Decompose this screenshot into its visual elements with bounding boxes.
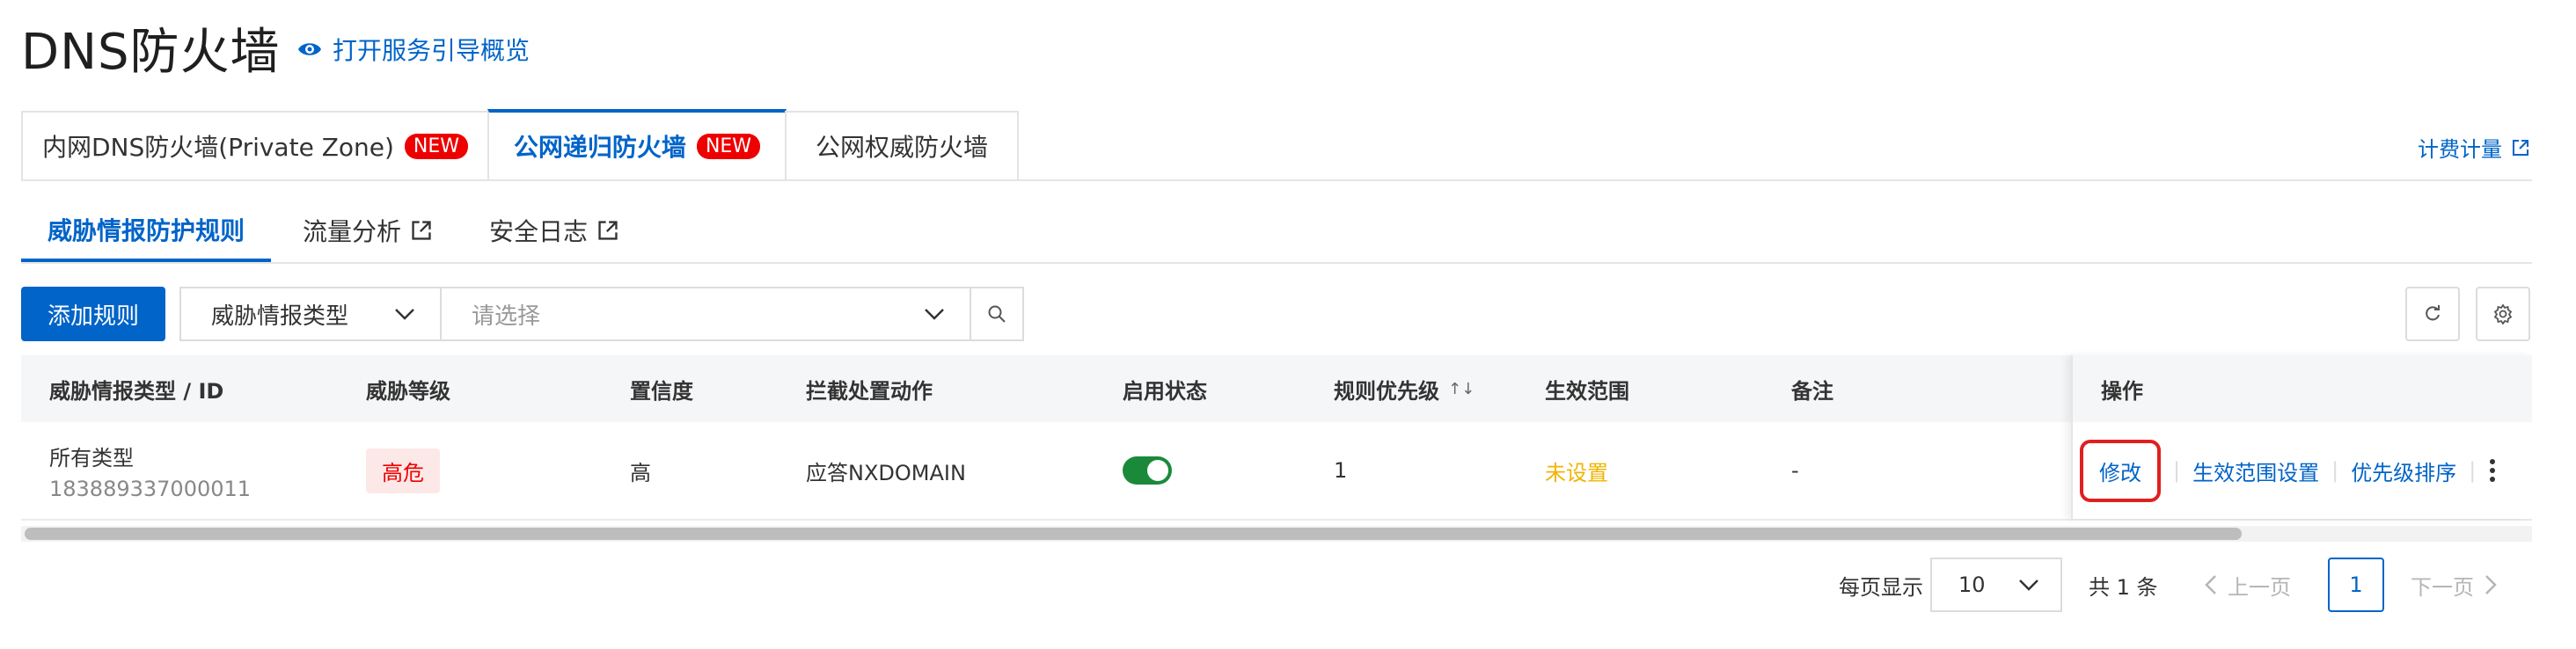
cell-action: 应答NXDOMAIN <box>806 460 966 485</box>
tab-security-log[interactable]: 安全日志 <box>489 201 619 260</box>
eye-icon <box>298 43 321 55</box>
chevron-left-icon <box>2205 575 2216 594</box>
tab-public-recursive[interactable]: 公网递归防火墙 NEW <box>487 109 787 179</box>
billing-link[interactable]: 计费计量 <box>2418 132 2530 163</box>
divider: | <box>2469 458 2477 483</box>
threat-value-placeholder: 请选择 <box>472 303 541 330</box>
col-note: 备注 <box>1791 378 1833 404</box>
external-link-icon <box>2513 139 2528 156</box>
external-link-icon <box>598 221 618 240</box>
prev-page-label: 上一页 <box>2228 574 2291 600</box>
total-count: 共 1 条 <box>2089 574 2158 600</box>
next-page-label: 下一页 <box>2411 574 2474 600</box>
refresh-icon <box>2426 305 2440 321</box>
tab-label: 安全日志 <box>489 217 589 246</box>
rule-id: 183889337000011 <box>49 476 252 501</box>
new-badge: NEW <box>404 133 469 159</box>
tab-label: 公网权威防火墙 <box>815 133 988 162</box>
next-page-button[interactable]: 下一页 <box>2411 558 2497 612</box>
chevron-right-icon <box>2485 575 2497 594</box>
threat-type-text: 所有类型 <box>49 445 134 470</box>
chevron-down-icon <box>2019 580 2038 591</box>
service-guide-link[interactable]: 打开服务引导概览 <box>297 32 530 67</box>
feature-tabs: 威胁情报防护规则 流量分析 安全日志 <box>21 201 2532 264</box>
col-priority[interactable]: 规则优先级 ↑↓ <box>1334 355 1475 422</box>
col-confidence: 置信度 <box>630 378 693 404</box>
more-icon[interactable] <box>2488 457 2497 484</box>
page-1-button[interactable]: 1 <box>2328 558 2384 612</box>
divider: | <box>2173 458 2181 483</box>
search-button[interactable] <box>970 287 1024 341</box>
chevron-down-icon <box>925 309 944 320</box>
col-threat-level: 威胁等级 <box>366 378 450 404</box>
service-guide-label: 打开服务引导概览 <box>333 36 531 65</box>
tab-traffic-analysis[interactable]: 流量分析 <box>303 201 433 260</box>
per-page-label: 每页显示 <box>1839 574 1923 600</box>
tab-label: 威胁情报防护规则 <box>48 216 245 245</box>
threat-type-select-value: 威胁情报类型 <box>211 303 349 330</box>
enable-toggle[interactable] <box>1123 456 1172 485</box>
per-page-select[interactable]: 10 <box>1930 558 2062 612</box>
col-priority-label: 规则优先级 <box>1334 378 1439 404</box>
external-link-icon <box>412 221 431 240</box>
cell-note: - <box>1791 458 1799 483</box>
gear-icon <box>2493 303 2513 324</box>
sort-icon: ↑↓ <box>1448 379 1475 398</box>
refresh-button[interactable] <box>2405 287 2460 341</box>
divider: | <box>2331 458 2339 483</box>
cell-enabled <box>1123 422 1172 519</box>
tab-public-authoritative[interactable]: 公网权威防火墙 <box>785 111 1019 179</box>
tab-label: 内网DNS防火墙(Private Zone) <box>41 133 394 162</box>
tab-label: 公网递归防火墙 <box>513 133 686 162</box>
add-rule-button[interactable]: 添加规则 <box>21 287 165 341</box>
col-enabled: 启用状态 <box>1123 378 1207 404</box>
edit-link[interactable]: 修改 <box>2080 439 2161 502</box>
product-tabs: 内网DNS防火墙(Private Zone) NEW 公网递归防火墙 NEW 公… <box>21 109 2532 181</box>
scope-settings-link[interactable]: 生效范围设置 <box>2192 456 2319 486</box>
cell-priority: 1 <box>1334 458 1348 483</box>
settings-button[interactable] <box>2476 287 2530 341</box>
cell-confidence: 高 <box>630 460 651 485</box>
scrollbar-thumb[interactable] <box>25 528 2242 540</box>
threat-value-select[interactable]: 请选择 <box>440 287 971 341</box>
tab-label: 流量分析 <box>303 217 402 246</box>
page-title: DNS防火墙 <box>21 24 281 81</box>
billing-label: 计费计量 <box>2418 137 2502 162</box>
cell-threat-type: 所有类型 183889337000011 <box>49 422 251 519</box>
priority-sort-link[interactable]: 优先级排序 <box>2351 456 2456 486</box>
threat-type-select[interactable]: 威胁情报类型 <box>179 287 442 341</box>
col-action: 拦截处置动作 <box>806 378 933 404</box>
prev-page-button[interactable]: 上一页 <box>2205 558 2291 612</box>
threat-level-badge: 高危 <box>366 448 440 493</box>
tab-private-zone[interactable]: 内网DNS防火墙(Private Zone) NEW <box>21 111 489 179</box>
tab-threat-rules[interactable]: 威胁情报防护规则 <box>21 201 272 262</box>
cell-threat-level: 高危 <box>366 422 440 519</box>
col-threat-type: 威胁情报类型 / ID <box>49 378 224 404</box>
new-badge: NEW <box>696 133 761 159</box>
per-page-value: 10 <box>1958 572 1986 597</box>
chevron-down-icon <box>395 309 414 320</box>
cell-scope: 未设置 <box>1545 460 1608 485</box>
row-operations: 修改 | 生效范围设置 | 优先级排序 | <box>2080 422 2497 519</box>
col-scope: 生效范围 <box>1545 378 1629 404</box>
search-icon <box>988 305 1006 323</box>
